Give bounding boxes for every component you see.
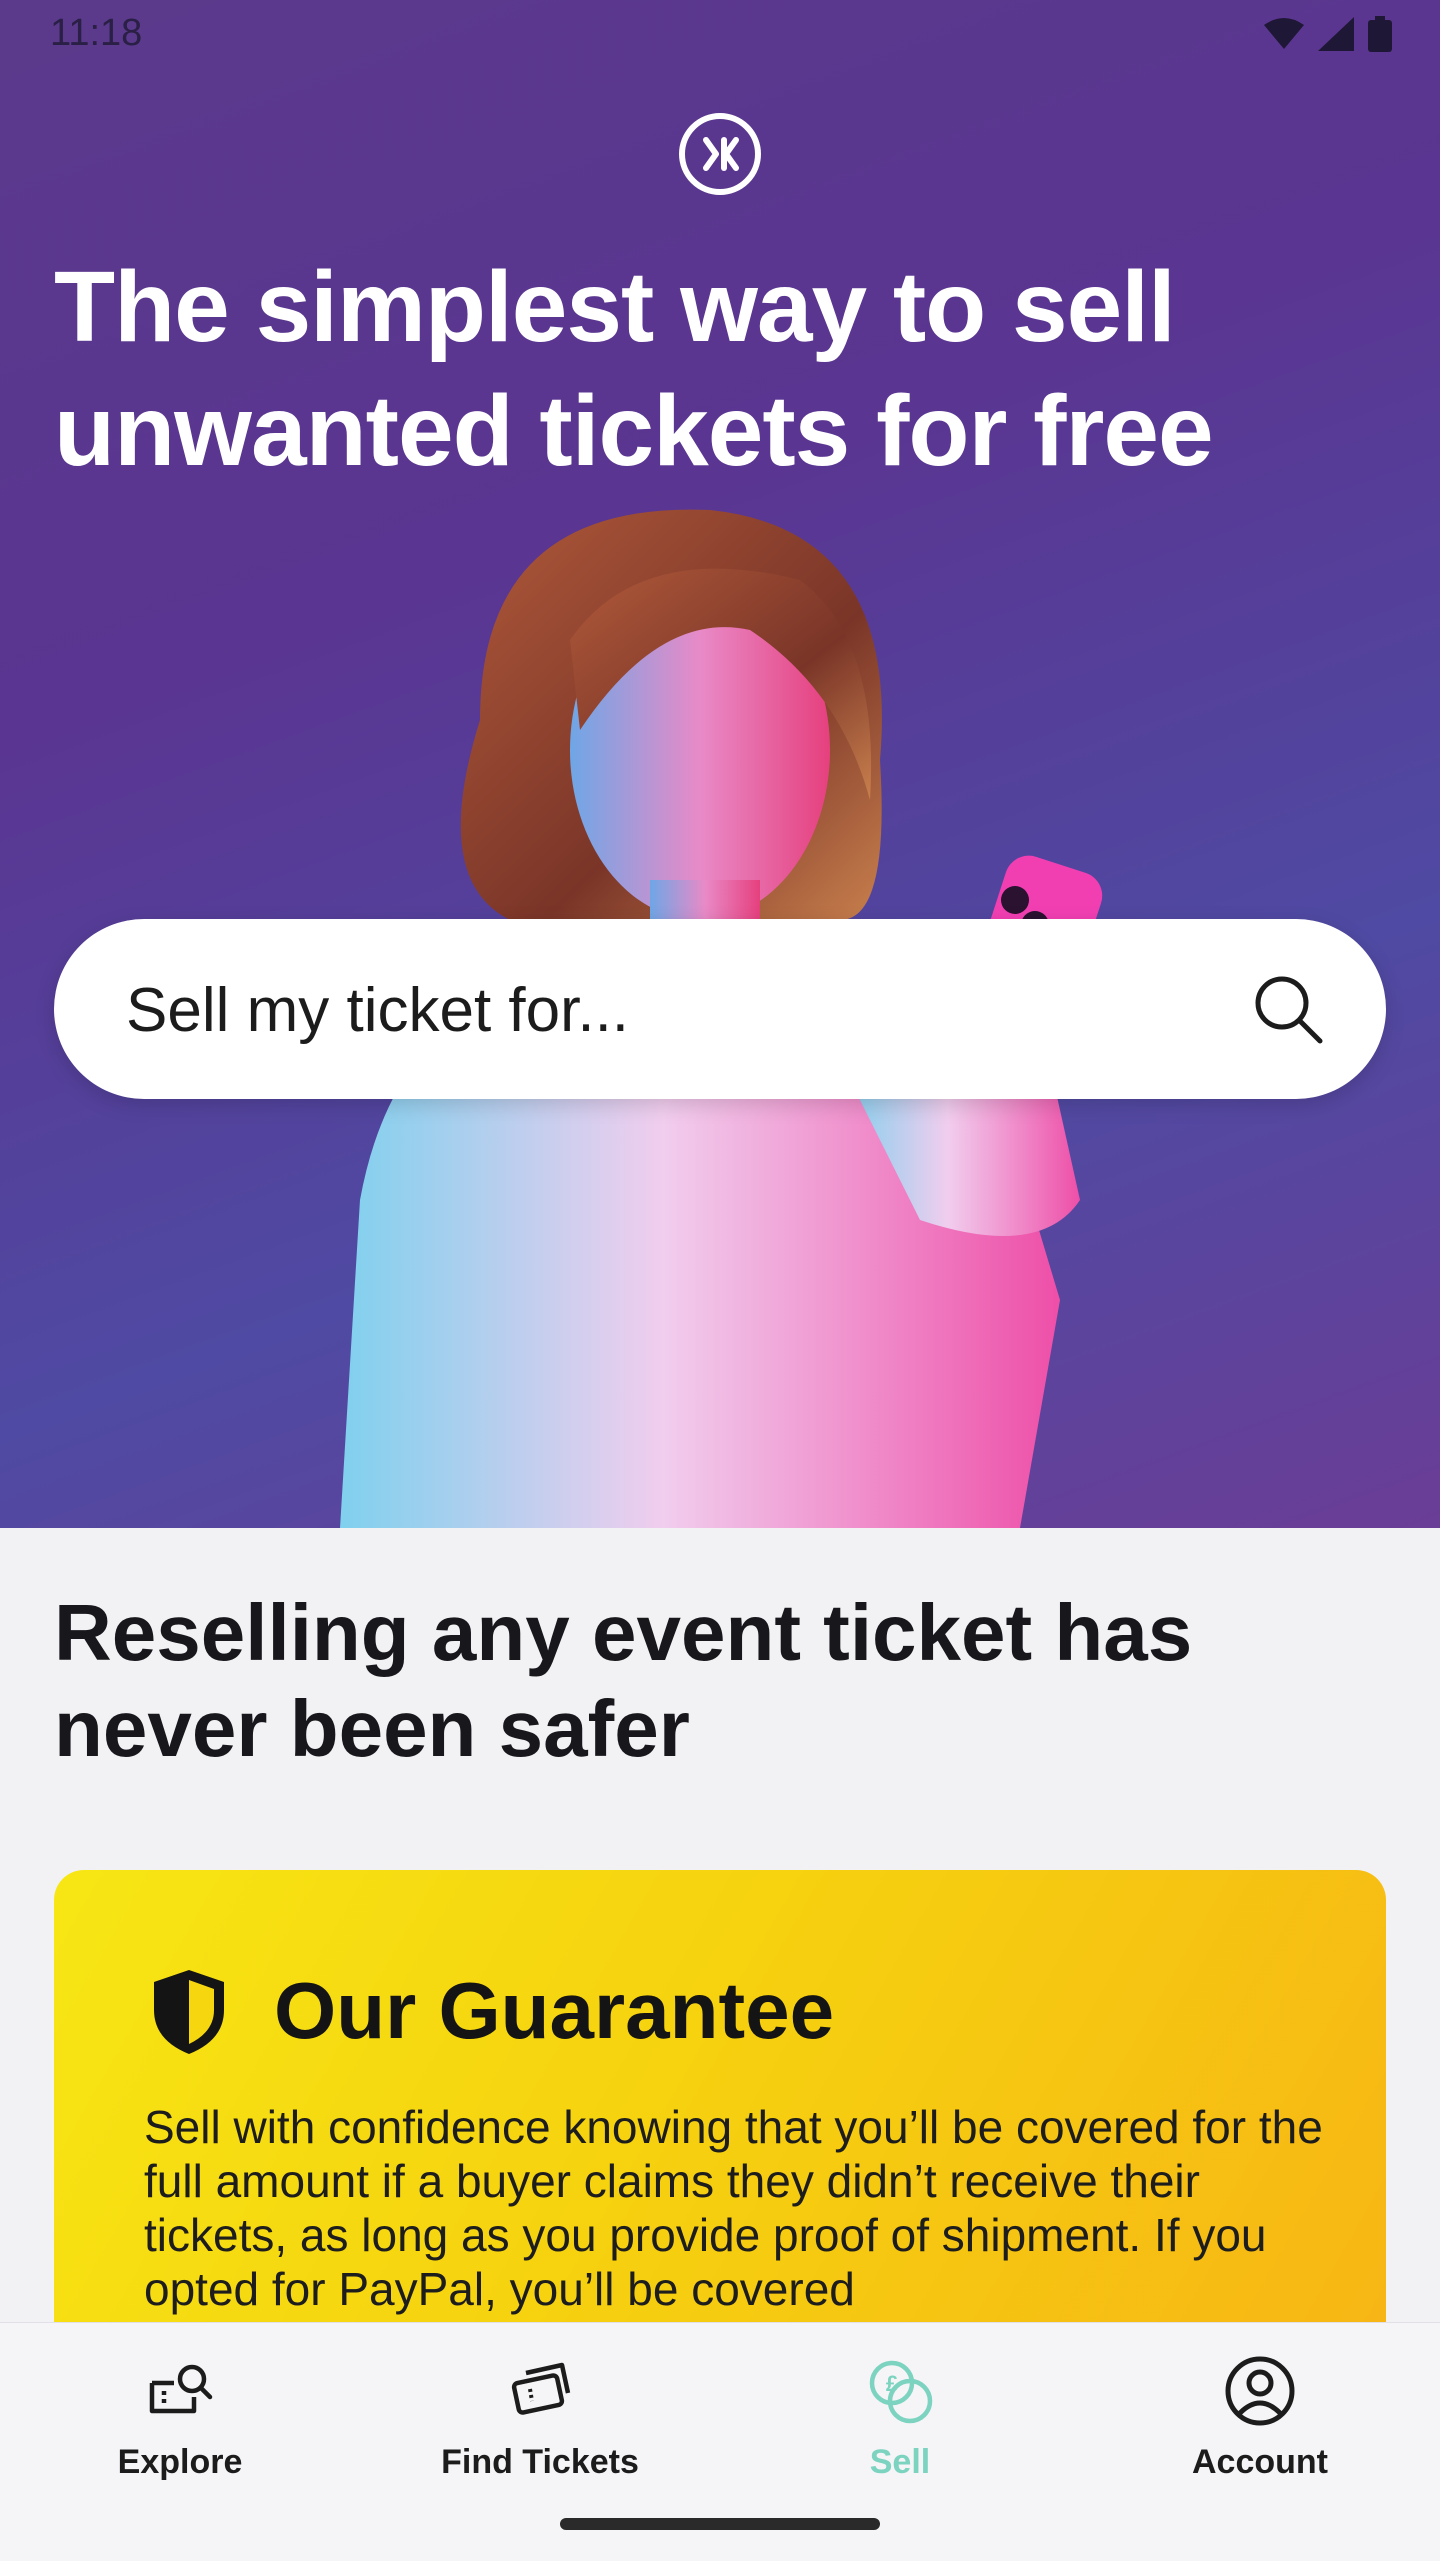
nav-label-explore: Explore <box>117 2443 243 2481</box>
hero-section: 11:18 The simplest way to sell unwanted … <box>0 0 1440 1528</box>
explore-icon <box>149 2364 213 2414</box>
nav-item-sell[interactable]: £ Sell <box>720 2353 1080 2482</box>
shield-icon <box>154 1970 224 2054</box>
nav-label-sell: Sell <box>869 2443 931 2481</box>
account-icon <box>1225 2356 1295 2426</box>
nav-item-explore[interactable]: Explore <box>0 2353 360 2482</box>
search-icon[interactable] <box>1252 973 1324 1045</box>
guarantee-body: Sell with confidence knowing that you’ll… <box>144 2101 1323 2315</box>
section-title: Reselling any event ticket has never bee… <box>54 1588 1193 1773</box>
sell-icon: £ <box>869 2360 933 2424</box>
status-icons <box>1264 16 1392 52</box>
home-indicator[interactable] <box>560 2518 880 2530</box>
guarantee-header: Our Guarantee <box>144 1965 834 2057</box>
battery-icon <box>1368 16 1392 52</box>
hero-title: The simplest way to sell unwanted ticket… <box>54 251 1214 487</box>
sell-search-bar[interactable]: Sell my ticket for... <box>54 919 1386 1099</box>
svg-text:£: £ <box>886 2371 899 2396</box>
nav-item-find-tickets[interactable]: Find Tickets <box>360 2353 720 2482</box>
status-bar: 11:18 <box>0 0 1440 70</box>
nav-label-account: Account <box>1192 2443 1328 2481</box>
status-time: 11:18 <box>50 12 143 54</box>
guarantee-card[interactable]: Our Guarantee Sell with confidence knowi… <box>54 1870 1386 2370</box>
wifi-icon <box>1264 18 1304 49</box>
nav-label-find-tickets: Find Tickets <box>441 2443 639 2481</box>
tickets-icon <box>511 2362 571 2415</box>
search-placeholder: Sell my ticket for... <box>126 976 630 1045</box>
nav-item-account[interactable]: Account <box>1080 2353 1440 2482</box>
brand-logo-icon <box>679 113 761 195</box>
guarantee-title: Our Guarantee <box>274 1966 835 2055</box>
signal-icon <box>1318 17 1354 51</box>
